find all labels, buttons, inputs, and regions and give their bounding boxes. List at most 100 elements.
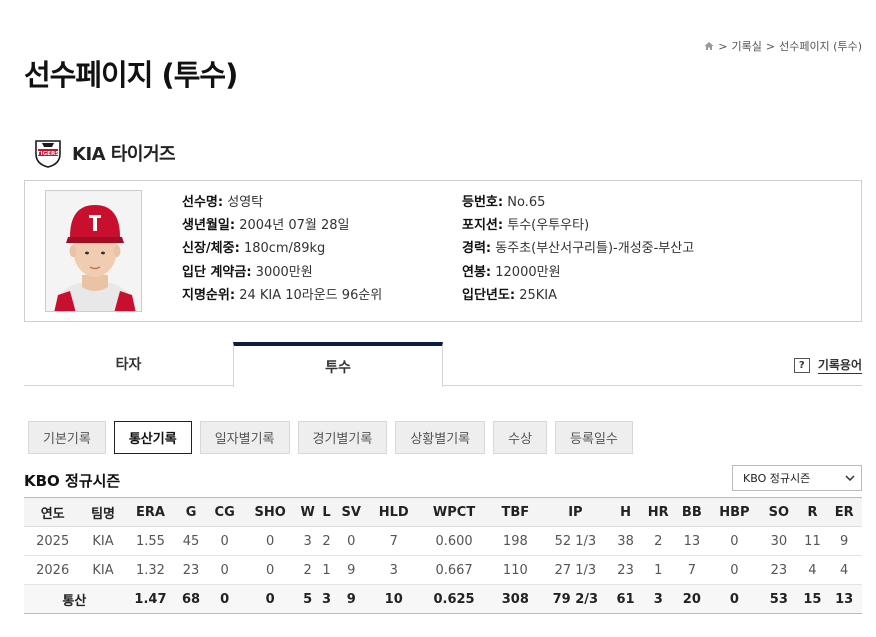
col-header[interactable]: R: [798, 497, 827, 527]
cell-sv: 9: [334, 584, 369, 614]
col-header[interactable]: WPCT: [419, 497, 489, 527]
subtab-registration[interactable]: 등록일수: [555, 421, 633, 454]
col-header[interactable]: G: [176, 497, 206, 527]
col-header[interactable]: 팀명: [81, 497, 125, 527]
col-header[interactable]: SHO: [243, 497, 297, 527]
label: 입단 계약금:: [182, 264, 252, 280]
col-header[interactable]: BB: [674, 497, 710, 527]
col-header[interactable]: L: [318, 497, 335, 527]
cell-hld: 7: [368, 526, 420, 556]
cell-so: 30: [759, 526, 799, 556]
cell-era: 1.47: [124, 584, 177, 614]
label: 포지션:: [462, 218, 504, 234]
subtab-game[interactable]: 경기별기록: [297, 421, 388, 454]
cell-wpct: 0.625: [419, 584, 489, 614]
cell-tbf: 198: [488, 526, 542, 556]
col-header[interactable]: SV: [334, 497, 369, 527]
label: 선수명:: [182, 195, 224, 210]
team-name: KIA 타이거즈: [72, 144, 176, 165]
team-logo-text: TIGERS: [37, 151, 60, 157]
home-icon[interactable]: [704, 41, 714, 51]
cell-sho: 0: [243, 555, 297, 585]
cell-hr: 3: [642, 584, 675, 614]
cell-h: 38: [608, 526, 643, 556]
player-photo-image: [46, 191, 141, 311]
cell-total-label: 통산: [24, 584, 125, 614]
cell-hbp: 0: [709, 555, 760, 585]
label: 신장/체중:: [182, 241, 240, 257]
player-salary: 12000만원: [495, 264, 561, 280]
cell-er: 13: [826, 584, 862, 614]
cell-bb: 20: [674, 584, 710, 614]
col-header[interactable]: H: [608, 497, 643, 527]
table-header-row: 연도 팀명 ERA G CG SHO W L SV HLD WPCT TBF I…: [24, 497, 862, 527]
col-header[interactable]: HBP: [709, 497, 760, 527]
player-body: 180cm/89kg: [243, 241, 326, 257]
col-header[interactable]: ERA: [124, 497, 177, 527]
cell-year: 2025: [24, 526, 82, 556]
player-info-right: 등번호: No.65 포지션: 투수(우투우타) 경력: 동주초(부산서구리틀)…: [462, 191, 694, 307]
player-body-row: 신장/체중: 180cm/89kg: [182, 237, 382, 260]
cell-hbp: 0: [709, 526, 760, 556]
col-header[interactable]: 연도: [24, 497, 82, 527]
col-header[interactable]: HR: [642, 497, 675, 527]
record-subtabs: 기본기록 통산기록 일자별기록 경기별기록 상황별기록 수상 등록일수: [28, 421, 633, 454]
cell-ip: 52 1/3: [541, 526, 609, 556]
cell-r: 4: [798, 555, 827, 585]
subtab-awards[interactable]: 수상: [493, 421, 548, 454]
col-header[interactable]: SO: [759, 497, 799, 527]
cell-ip: 27 1/3: [541, 555, 609, 585]
cell-l: 1: [318, 555, 335, 585]
col-header[interactable]: CG: [205, 497, 244, 527]
player-position-row: 포지션: 투수(우투우타): [462, 214, 694, 237]
cell-tbf: 110: [488, 555, 542, 585]
cell-bb: 13: [674, 526, 710, 556]
glossary-link[interactable]: ? 기록용어: [793, 356, 862, 374]
cell-hbp: 0: [709, 584, 760, 614]
player-year: 25KIA: [519, 287, 557, 303]
cell-sho: 0: [243, 584, 297, 614]
player-draft-row: 지명순위: 24 KIA 10라운드 96순위: [182, 284, 382, 307]
position-tabs: 타자 투수 ? 기록용어: [24, 342, 862, 387]
subtab-basic[interactable]: 기본기록: [28, 421, 106, 454]
season-select[interactable]: KBO 정규시즌: [732, 465, 862, 491]
cell-g: 45: [176, 526, 206, 556]
player-career: 동주초(부산서구리틀)-개성중-부산고: [495, 241, 695, 257]
col-header[interactable]: IP: [541, 497, 609, 527]
table-row: 2025 KIA 1.55 45 0 0 3 2 0 7 0.600 198 5…: [24, 526, 862, 556]
col-header[interactable]: TBF: [488, 497, 542, 527]
cell-er: 9: [826, 526, 862, 556]
player-year-row: 입단년도: 25KIA: [462, 284, 694, 307]
career-stats-table: 연도 팀명 ERA G CG SHO W L SV HLD WPCT TBF I…: [24, 497, 862, 614]
cell-team: KIA: [81, 526, 125, 556]
cell-hr: 1: [642, 555, 675, 585]
breadcrumb-sep: >: [765, 39, 776, 53]
label: 등번호:: [462, 195, 504, 210]
subtab-career[interactable]: 통산기록: [113, 421, 192, 454]
col-header[interactable]: HLD: [368, 497, 420, 527]
player-name-row: 선수명: 성영탁: [182, 191, 382, 214]
player-position: 투수(우투우타): [507, 218, 590, 234]
cell-l: 2: [318, 526, 335, 556]
subtab-daily[interactable]: 일자별기록: [199, 421, 290, 454]
table-total-row: 통산 1.47 68 0 0 5 3 9 10 0.625 308 79 2/3…: [24, 584, 862, 614]
cell-year: 2026: [24, 555, 82, 585]
cell-sv: 9: [334, 555, 369, 585]
label: 생년월일:: [182, 218, 236, 234]
cell-w: 2: [296, 555, 319, 585]
cell-h: 61: [608, 584, 643, 614]
cell-hr: 2: [642, 526, 675, 556]
subtab-situation[interactable]: 상황별기록: [395, 421, 486, 454]
breadcrumb-records[interactable]: 기록실: [731, 38, 761, 54]
label: 연봉:: [462, 264, 492, 280]
cell-wpct: 0.667: [419, 555, 489, 585]
cell-era: 1.55: [124, 526, 177, 556]
col-header[interactable]: W: [296, 497, 319, 527]
cell-cg: 0: [205, 526, 244, 556]
col-header[interactable]: ER: [826, 497, 862, 527]
cell-sv: 0: [334, 526, 369, 556]
tab-batter[interactable]: 타자: [24, 342, 233, 386]
tab-pitcher[interactable]: 투수: [233, 342, 443, 387]
cell-hld: 10: [368, 584, 420, 614]
cell-w: 3: [296, 526, 319, 556]
